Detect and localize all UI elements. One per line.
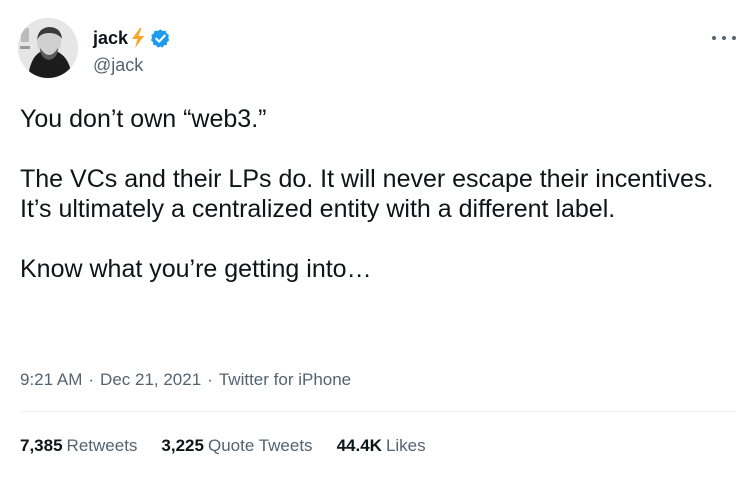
tweet-paragraph: You don’t own “web3.” (20, 105, 267, 133)
tweet-card: jack @jack You don’t own “web3.” The VCs… (0, 0, 756, 477)
tweet-paragraph: Know what you’re getting into… (20, 255, 372, 283)
tweet-source[interactable]: Twitter for iPhone (219, 370, 351, 390)
likes-stat[interactable]: 44.4K Likes (337, 436, 426, 456)
quote-tweets-label: Quote Tweets (207, 436, 313, 455)
author-name-row[interactable]: jack (93, 26, 171, 50)
more-options-icon[interactable] (712, 26, 736, 50)
quote-tweets-count: 3,225 (161, 436, 204, 455)
tweet-metadata: 9:21 AM · Dec 21, 2021 · Twitter for iPh… (20, 370, 351, 390)
more-dot (732, 36, 736, 40)
tweet-date[interactable]: Dec 21, 2021 (100, 370, 201, 390)
likes-count: 44.4K (336, 436, 382, 455)
retweets-label: Retweets (66, 436, 138, 455)
engagement-stats: 7,385 Retweets 3,225 Quote Tweets 44.4K Lik… (20, 436, 450, 456)
tweet-time[interactable]: 9:21 AM (20, 370, 82, 390)
divider (20, 411, 736, 412)
tweet-paragraph: The VCs and their LPs do. It will never … (20, 165, 714, 223)
display-name[interactable]: jack (93, 28, 128, 49)
more-dot (722, 36, 726, 40)
tweet-body: You don’t own “web3.” The VCs and their … (20, 104, 720, 284)
more-dot (712, 36, 716, 40)
meta-separator: · (207, 370, 213, 389)
quote-tweets-stat[interactable]: 3,225 Quote Tweets (161, 436, 312, 456)
user-handle[interactable]: @jack (93, 55, 143, 76)
retweets-stat[interactable]: 7,385 Retweets (20, 436, 137, 456)
likes-label: Likes (385, 436, 426, 455)
lightning-bolt-icon (129, 27, 147, 49)
meta-separator: · (88, 370, 95, 389)
avatar[interactable] (18, 18, 78, 78)
verified-badge-icon (150, 28, 171, 49)
retweets-count: 7,385 (20, 436, 63, 455)
